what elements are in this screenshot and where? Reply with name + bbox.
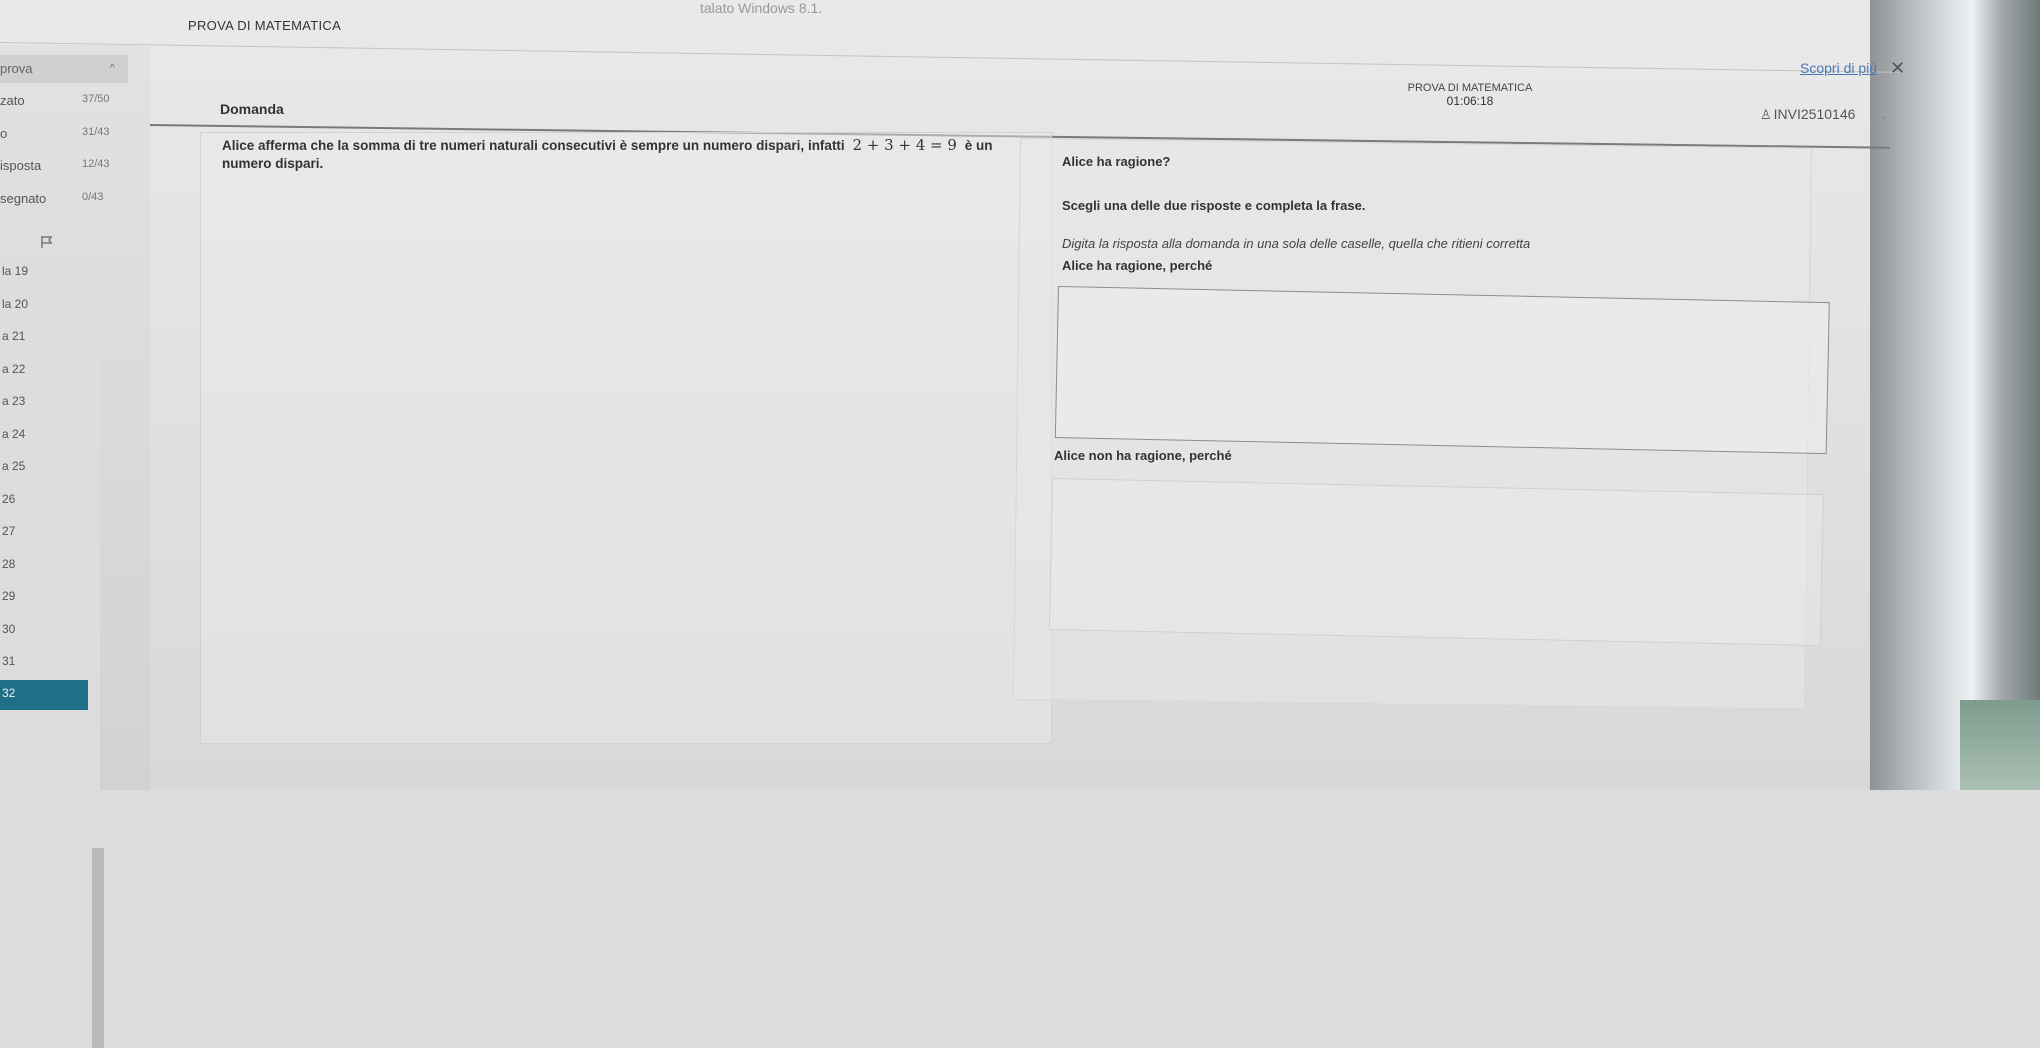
stat-value: 12/43 [82,158,110,170]
option2-label: Alice non ha ragione, perché [1054,448,1232,463]
stat-label: o [0,126,8,141]
question-item-label: la 19 [2,264,29,278]
stat-label: zato [0,93,25,108]
question-item[interactable]: 30 [0,616,100,646]
answer-question: Alice ha ragione? [1062,154,1171,169]
stat-value: 37/50 [82,93,110,105]
background-object [1960,700,2040,790]
chevron-down-icon[interactable]: ⌄ [1879,111,1887,122]
stat-row: isposta 12/43 [0,158,128,178]
question-item[interactable]: 26 [0,486,100,516]
exam-title: PROVA DI MATEMATICA [1407,82,1533,94]
question-item[interactable]: la 20 [0,291,100,321]
question-text-before: Alice afferma che la somma di tre numeri… [222,138,845,153]
stat-row: segnato 0/43 [0,191,128,211]
chevron-up-icon[interactable]: ^ [110,63,115,74]
close-icon[interactable]: ✕ [1890,58,1905,79]
question-item-label: a 23 [2,394,26,408]
stat-row: zato 37/50 [0,93,128,113]
question-item[interactable]: 27 [0,518,100,548]
question-item-label: 32 [2,686,16,700]
question-panel [200,132,1052,744]
question-heading: Domanda [220,101,284,117]
option2-textarea[interactable] [1048,478,1824,647]
question-item-label: 31 [2,654,16,668]
scrollbar[interactable] [92,848,104,1048]
question-item-label: la 20 [2,297,29,311]
stat-label: isposta [0,158,42,173]
question-item-label: 27 [2,524,16,538]
stat-label: segnato [0,191,47,206]
question-item[interactable]: a 24 [0,421,100,451]
answer-hint: Digita la risposta alla domanda in una s… [1062,236,1531,251]
question-item-active[interactable]: 32 [0,680,88,710]
question-item-label: a 22 [2,362,26,376]
flag-icon[interactable] [40,235,54,249]
user-menu[interactable]: ♙ INVI2510146 ⌄ [1760,106,1888,123]
question-item[interactable]: 29 [0,583,100,613]
option1-label: Alice ha ragione, perché [1062,258,1213,273]
sidebar-header-label: prova [0,61,33,76]
question-item-label: 26 [2,492,16,506]
stat-row: o 31/43 [0,126,128,146]
question-item-label: a 21 [2,329,26,343]
main-content: PROVA DI MATEMATICA 01:06:18 ♙ INVI251014… [149,68,1890,790]
question-item[interactable]: la 19 [0,258,100,288]
stat-value: 0/43 [82,191,104,203]
question-item[interactable]: 31 [0,648,100,678]
os-caption: talato Windows 8.1. [700,0,823,16]
app-title: PROVA DI MATEMATICA [188,18,342,33]
option1-textarea[interactable] [1054,286,1830,455]
question-item[interactable]: a 25 [0,453,100,483]
question-item[interactable]: 28 [0,551,100,581]
user-id: INVI2510146 [1773,106,1856,122]
question-item[interactable]: a 22 [0,356,100,386]
sidebar-header[interactable]: prova ^ [0,55,128,83]
question-text: Alice afferma che la somma di tre numeri… [222,136,1002,173]
timer: 01:06:18 [1446,94,1494,108]
question-item-label: a 25 [2,459,26,473]
monitor-bezel [1870,0,2040,790]
question-item-label: a 24 [2,427,26,441]
question-item-label: 28 [2,557,16,571]
question-item-label: 30 [2,622,16,636]
user-icon: ♙ [1760,107,1772,122]
math-expression: 2 + 3 + 4 = 9 [852,136,957,154]
question-item[interactable]: a 23 [0,388,100,418]
question-item-label: 29 [2,589,16,603]
answer-instruction: Scegli una delle due risposte e completa… [1062,198,1366,213]
question-list: la 19 la 20 a 21 a 22 a 23 a 24 a 25 26 … [0,258,104,1048]
stat-value: 31/43 [82,126,110,138]
timer-block: PROVA DI MATEMATICA 01:06:18 [1380,82,1560,108]
question-item[interactable]: a 21 [0,323,100,353]
